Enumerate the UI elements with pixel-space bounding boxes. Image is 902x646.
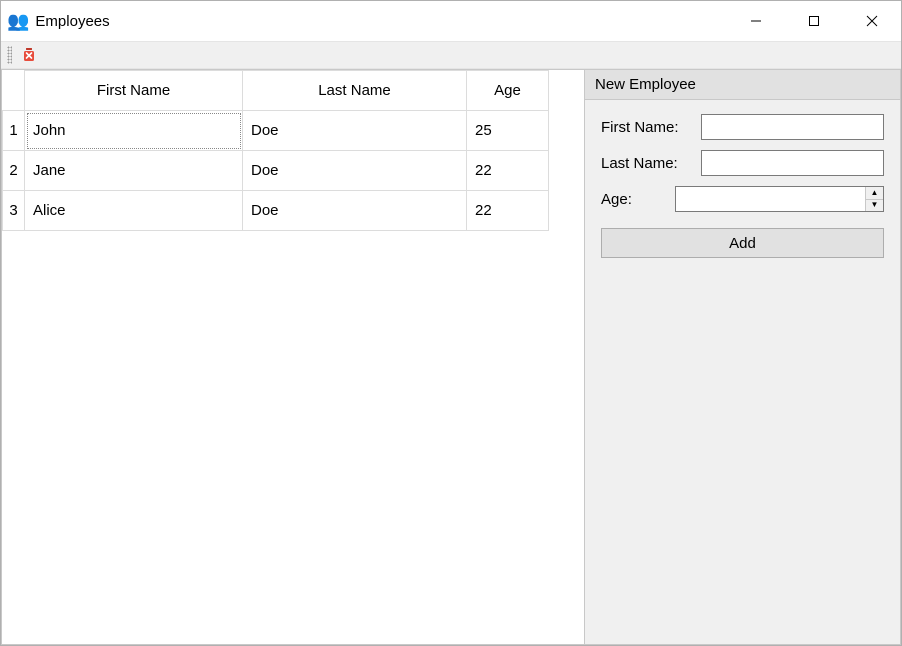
new-employee-form: First Name: Last Name: Age: — [585, 100, 900, 222]
col-age[interactable]: Age — [467, 71, 549, 111]
table-row[interactable]: 1 John Doe 25 — [3, 111, 549, 151]
col-last-name[interactable]: Last Name — [243, 71, 467, 111]
row-number: 2 — [3, 151, 25, 191]
add-button[interactable]: Add — [601, 228, 884, 258]
cell-first-name[interactable]: Alice — [25, 191, 243, 231]
employee-table-pane: First Name Last Name Age 1 John Doe 25 2… — [1, 69, 585, 645]
cell-last-name[interactable]: Doe — [243, 111, 467, 151]
panel-header: New Employee — [585, 70, 900, 100]
first-name-input[interactable] — [701, 114, 884, 140]
cell-age[interactable]: 22 — [467, 151, 549, 191]
close-button[interactable] — [843, 1, 901, 41]
window-controls — [727, 1, 901, 41]
maximize-button[interactable] — [785, 1, 843, 41]
col-first-name[interactable]: First Name — [25, 71, 243, 111]
spin-down-icon[interactable]: ▼ — [866, 200, 883, 212]
cell-first-name[interactable]: Jane — [25, 151, 243, 191]
table-row[interactable]: 2 Jane Doe 22 — [3, 151, 549, 191]
last-name-input[interactable] — [701, 150, 884, 176]
first-name-label: First Name: — [601, 119, 701, 136]
titlebar: 👥 Employees — [1, 1, 901, 41]
cell-last-name[interactable]: Doe — [243, 151, 467, 191]
age-label: Age: — [601, 191, 675, 208]
window-title: Employees — [35, 13, 109, 30]
delete-icon — [21, 47, 37, 63]
row-number: 3 — [3, 191, 25, 231]
last-name-label: Last Name: — [601, 155, 701, 172]
table-row[interactable]: 3 Alice Doe 22 — [3, 191, 549, 231]
toolbar — [1, 41, 901, 69]
app-icon: 👥 — [7, 12, 29, 30]
row-number: 1 — [3, 111, 25, 151]
content: First Name Last Name Age 1 John Doe 25 2… — [1, 69, 901, 645]
window: 👥 Employees — [0, 0, 902, 646]
age-input[interactable] — [676, 187, 865, 211]
employee-table[interactable]: First Name Last Name Age 1 John Doe 25 2… — [2, 70, 549, 231]
cell-age[interactable]: 22 — [467, 191, 549, 231]
minimize-button[interactable] — [727, 1, 785, 41]
cell-age[interactable]: 25 — [467, 111, 549, 151]
new-employee-panel: New Employee First Name: Last Name: Age: — [585, 69, 901, 645]
spin-up-icon[interactable]: ▲ — [866, 187, 883, 200]
age-spinbox[interactable]: ▲ ▼ — [675, 186, 884, 212]
table-corner — [3, 71, 25, 111]
cell-last-name[interactable]: Doe — [243, 191, 467, 231]
delete-button[interactable] — [18, 44, 40, 66]
cell-first-name[interactable]: John — [25, 111, 243, 151]
toolbar-grip-icon — [7, 46, 12, 64]
